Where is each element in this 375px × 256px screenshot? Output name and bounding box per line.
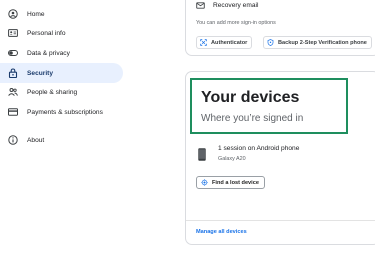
sidebar-item-label: Security xyxy=(27,69,54,77)
phone-icon xyxy=(198,148,206,161)
sidebar-item-home[interactable]: Home xyxy=(0,4,123,24)
sidebar-item-label: Payments & subscriptions xyxy=(27,108,103,116)
authenticator-chip[interactable]: Authenticator xyxy=(196,36,253,49)
shield-icon xyxy=(267,39,274,46)
id-card-icon xyxy=(8,28,18,38)
sidebar-item-label: About xyxy=(27,136,45,144)
device-name: Galaxy A20 xyxy=(218,156,246,162)
sidebar-item-personal-info[interactable]: Personal info xyxy=(0,23,123,43)
devices-title: Your devices xyxy=(201,89,300,106)
info-icon xyxy=(8,135,18,145)
authenticator-icon xyxy=(200,39,207,46)
sidebar-item-label: People & sharing xyxy=(27,88,78,96)
mail-icon xyxy=(196,1,205,9)
sidebar-item-payments[interactable]: Payments & subscriptions xyxy=(0,102,123,122)
sidebar-item-label: Home xyxy=(27,10,45,18)
home-icon xyxy=(8,9,18,19)
chip-label: Authenticator xyxy=(211,39,248,46)
manage-all-devices-link[interactable]: Manage all devices xyxy=(196,229,247,235)
people-icon xyxy=(8,87,18,97)
target-icon xyxy=(201,179,208,186)
backup-phone-chip[interactable]: Backup 2-Step Verification phone xyxy=(263,36,372,49)
sidebar-item-security[interactable]: Security xyxy=(0,63,123,83)
recovery-email-label: Recovery email xyxy=(213,1,259,9)
find-lost-device-button[interactable]: Find a lost device xyxy=(196,176,265,189)
device-session-text[interactable]: 1 session on Android phone xyxy=(218,145,299,152)
toggle-icon xyxy=(8,48,18,58)
sidebar-item-people-sharing[interactable]: People & sharing xyxy=(0,82,123,102)
lock-icon xyxy=(8,68,18,78)
chip-label: Backup 2-Step Verification phone xyxy=(278,39,367,46)
sidebar-item-data-privacy[interactable]: Data & privacy xyxy=(0,43,123,63)
sidebar-item-label: Personal info xyxy=(27,29,66,37)
devices-subtitle: Where you’re signed in xyxy=(201,113,304,124)
sidebar-nav: Home Personal info Data & privacy Securi… xyxy=(0,0,125,256)
add-more-options-text: You can add more sign-in options xyxy=(196,20,276,26)
card-divider xyxy=(186,220,375,221)
sidebar-item-about[interactable]: About xyxy=(0,130,123,150)
sidebar-item-label: Data & privacy xyxy=(27,49,70,57)
card-icon xyxy=(8,107,18,117)
find-lost-device-label: Find a lost device xyxy=(212,179,259,186)
recovery-email-row[interactable]: Recovery email xyxy=(196,0,258,10)
